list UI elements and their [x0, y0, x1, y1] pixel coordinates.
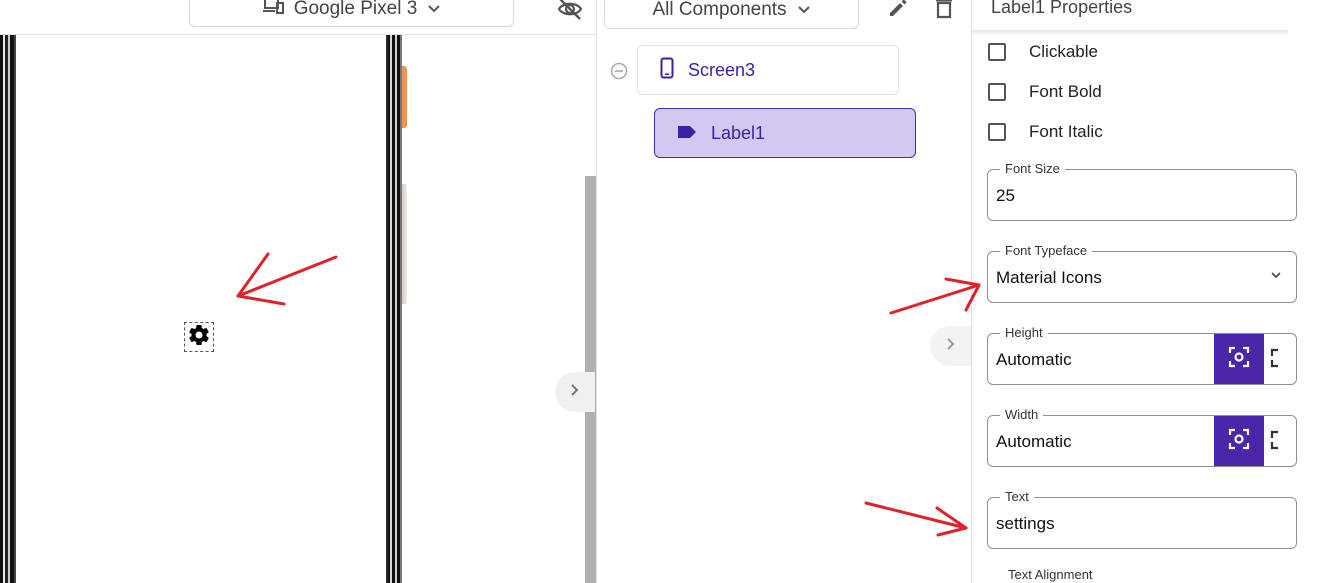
properties-header-shadow: [972, 30, 1288, 36]
chevron-down-icon: [797, 0, 811, 21]
phone-frame-left: [0, 35, 16, 583]
annotation-arrow-typeface: [889, 277, 981, 315]
text-alignment-label: Text Alignment: [1008, 567, 1093, 582]
text-field[interactable]: Text settings: [987, 489, 1297, 549]
panel-divider: [971, 0, 972, 583]
tree-item-label: Screen3: [688, 59, 756, 80]
font-italic-checkbox-row[interactable]: Font Italic: [988, 120, 1103, 144]
rename-component-button[interactable]: [884, 0, 912, 24]
font-bold-checkbox-row[interactable]: Font Bold: [988, 80, 1102, 104]
collapse-viewer-button[interactable]: [555, 372, 595, 412]
phone-volume-button: [402, 184, 407, 304]
font-bold-checkbox[interactable]: [988, 83, 1006, 101]
height-field[interactable]: Height Automatic: [987, 325, 1297, 385]
width-fill-parent-button[interactable]: [1270, 430, 1290, 450]
annotation-arrow-text: [864, 501, 968, 537]
checkbox-label: Font Italic: [1029, 122, 1103, 141]
focus-icon: [1228, 346, 1250, 373]
phone-icon: [660, 57, 674, 84]
checkbox-label: Font Bold: [1029, 82, 1102, 101]
properties-title: Label1 Properties: [991, 0, 1133, 17]
clickable-checkbox-row[interactable]: Clickable: [988, 40, 1098, 64]
toggle-hidden-components-button[interactable]: [553, 0, 587, 24]
settings-gear-icon: [187, 323, 211, 352]
height-fill-parent-button[interactable]: [1270, 348, 1290, 368]
height-value: Automatic: [996, 350, 1072, 369]
font-italic-checkbox[interactable]: [988, 123, 1006, 141]
trash-icon: [934, 0, 954, 24]
tree-item-label: Label1: [711, 122, 766, 143]
fullscreen-icon: [1270, 430, 1290, 454]
tree-item-screen3[interactable]: Screen3: [637, 45, 899, 95]
width-automatic-button[interactable]: [1214, 416, 1264, 466]
label1-preview[interactable]: [184, 322, 214, 352]
phone-frame-right: [386, 35, 402, 583]
delete-component-button[interactable]: [930, 0, 958, 24]
device-label: Google Pixel 3: [293, 0, 418, 19]
devices-icon: [262, 0, 284, 21]
tree-item-label1[interactable]: Label1: [654, 108, 916, 158]
field-label: Text: [1000, 489, 1034, 505]
phone-power-button: [402, 66, 407, 128]
field-label: Font Size: [1000, 161, 1065, 177]
phone-screen: [16, 35, 386, 583]
text-input[interactable]: settings: [996, 514, 1055, 534]
chevron-right-icon: [570, 383, 580, 402]
components-filter-select[interactable]: All Components: [604, 0, 859, 29]
components-filter-label: All Components: [652, 0, 787, 20]
device-selector[interactable]: Google Pixel 3: [189, 0, 514, 27]
checkbox-label: Clickable: [1029, 42, 1098, 61]
font-size-field[interactable]: Font Size 25: [987, 161, 1297, 221]
width-value: Automatic: [996, 432, 1072, 451]
collapse-tree-toggle[interactable]: [610, 62, 628, 80]
chevron-down-icon: [1270, 267, 1282, 283]
label-icon: [677, 123, 697, 144]
chevron-down-icon: [427, 0, 441, 20]
eye-off-icon: [557, 0, 583, 25]
chevron-right-icon: [946, 337, 956, 356]
height-automatic-button[interactable]: [1214, 334, 1264, 384]
fullscreen-icon: [1270, 348, 1290, 372]
field-label: Height: [1000, 325, 1048, 341]
field-label: Width: [1000, 407, 1044, 423]
font-size-input[interactable]: 25: [996, 186, 1015, 206]
width-field[interactable]: Width Automatic: [987, 407, 1297, 467]
font-typeface-select[interactable]: Font Typeface Material Icons: [987, 243, 1297, 303]
focus-icon: [1228, 428, 1250, 455]
field-label: Font Typeface: [1000, 243, 1093, 259]
pencil-icon: [887, 0, 909, 24]
font-typeface-value: Material Icons: [996, 268, 1102, 287]
panel-divider: [596, 0, 597, 583]
minus-circle-icon: [610, 62, 628, 84]
clickable-checkbox[interactable]: [988, 43, 1006, 61]
collapse-tree-button[interactable]: [930, 326, 972, 366]
